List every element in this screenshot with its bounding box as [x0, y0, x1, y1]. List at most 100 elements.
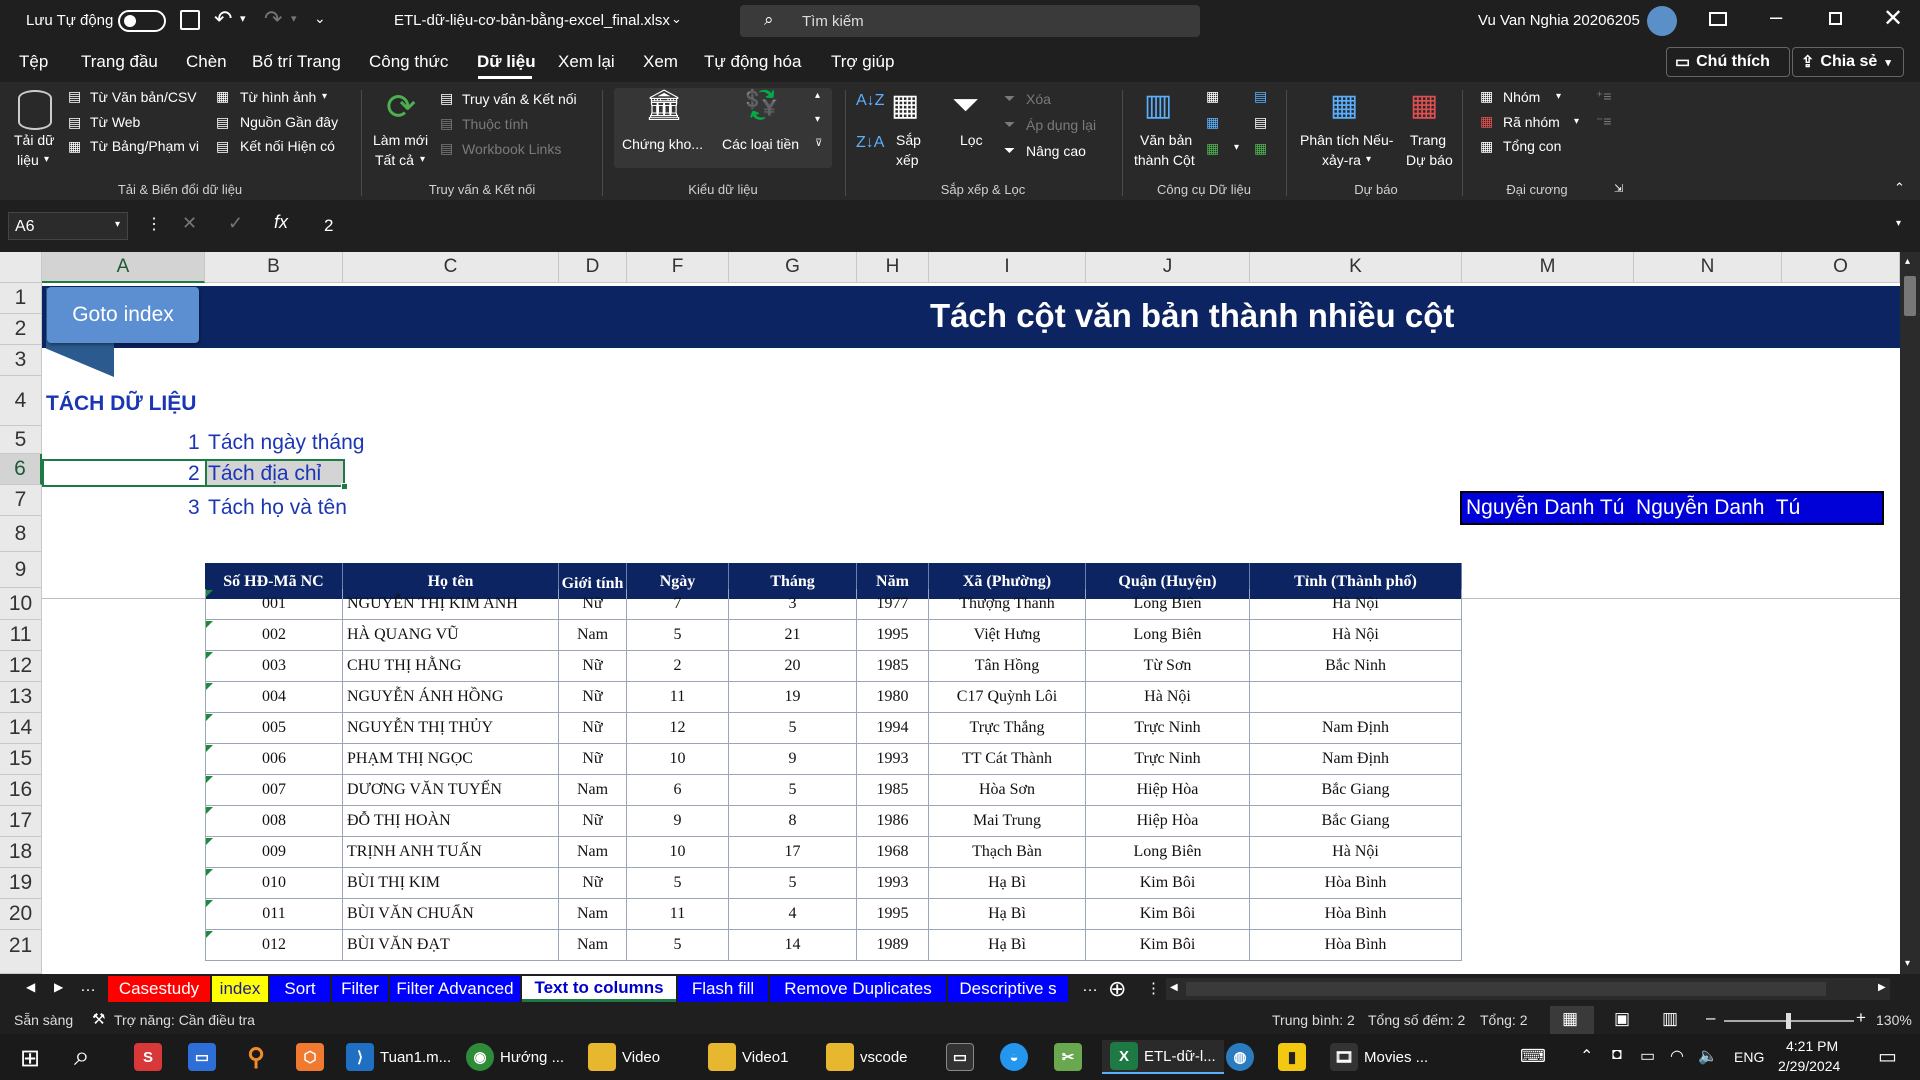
- table-cell[interactable]: 5: [627, 868, 729, 899]
- table-cell[interactable]: Nam: [559, 620, 627, 651]
- list-link-split-address[interactable]: Tách địa chỉ: [208, 462, 321, 486]
- expand-formula-icon[interactable]: ▾: [1896, 218, 1901, 229]
- column-header[interactable]: B: [205, 252, 343, 283]
- column-header[interactable]: M: [1462, 252, 1634, 283]
- row-header[interactable]: 15: [0, 744, 42, 775]
- text-to-columns-button[interactable]: Văn bản: [1140, 132, 1192, 148]
- table-cell[interactable]: Trực Thắng: [929, 713, 1086, 744]
- wifi-icon[interactable]: ◠: [1670, 1046, 1684, 1066]
- table-cell[interactable]: Long Biên: [1086, 620, 1250, 651]
- table-cell[interactable]: Bắc Giang: [1250, 806, 1462, 837]
- table-cell[interactable]: Nam: [559, 930, 627, 961]
- advanced-button[interactable]: Nâng cao: [1026, 143, 1086, 159]
- queries-connections-button[interactable]: Truy vấn & Kết nối: [462, 91, 577, 107]
- table-cell[interactable]: Trực Ninh: [1086, 744, 1250, 775]
- group-button[interactable]: Nhóm: [1503, 89, 1540, 105]
- table-cell[interactable]: 5: [627, 620, 729, 651]
- show-detail-icon[interactable]: ⁺≡: [1596, 88, 1612, 105]
- error-indicator-icon[interactable]: [206, 776, 213, 783]
- from-web-button[interactable]: Từ Web: [90, 114, 140, 130]
- forecast-sheet-button[interactable]: Trang: [1410, 132, 1446, 148]
- webcam-icon[interactable]: ◘: [1612, 1046, 1622, 1064]
- table-cell[interactable]: [1250, 682, 1462, 713]
- cancel-icon[interactable]: ✕: [182, 213, 197, 234]
- table-cell[interactable]: Hiệp Hòa: [1086, 775, 1250, 806]
- gallery-down-icon[interactable]: ▾: [815, 114, 820, 125]
- taskbar-vscode-1[interactable]: ⟩ Tuan1.m...: [346, 1040, 451, 1074]
- row-header[interactable]: 4: [0, 376, 42, 426]
- zoom-level[interactable]: 130%: [1876, 1012, 1912, 1028]
- tab-scroll-right-icon[interactable]: ▶: [54, 980, 63, 994]
- sheet-tab[interactable]: Remove Duplicates: [770, 976, 946, 1002]
- what-if-label2[interactable]: xảy-ra: [1322, 152, 1361, 168]
- row-header[interactable]: 5: [0, 426, 42, 454]
- table-cell[interactable]: Từ Sơn: [1086, 651, 1250, 682]
- menu-page-layout[interactable]: Bố trí Trang: [252, 52, 341, 72]
- table-cell[interactable]: Mai Trung: [929, 806, 1086, 837]
- menu-review[interactable]: Xem lại: [558, 52, 615, 72]
- row-header[interactable]: 13: [0, 682, 42, 713]
- error-indicator-icon[interactable]: [206, 745, 213, 752]
- menu-help[interactable]: Trợ giúp: [831, 52, 894, 72]
- table-cell[interactable]: Trực Ninh: [1086, 713, 1250, 744]
- row-header[interactable]: 6: [0, 454, 42, 485]
- table-cell[interactable]: 012: [205, 930, 343, 961]
- clock-date[interactable]: 2/29/2024: [1778, 1058, 1840, 1074]
- table-cell[interactable]: 19: [729, 682, 857, 713]
- relationships-icon[interactable]: ▤: [1254, 114, 1267, 131]
- zoom-in-icon[interactable]: +: [1856, 1008, 1866, 1028]
- taskbar-app-1[interactable]: S: [134, 1040, 168, 1074]
- row-header[interactable]: 21: [0, 930, 42, 974]
- sheet-tab[interactable]: Text to columns: [522, 976, 676, 1002]
- error-indicator-icon[interactable]: [206, 869, 213, 876]
- get-data-label2[interactable]: liệu: [17, 152, 39, 168]
- notifications-icon[interactable]: ▭: [1878, 1044, 1897, 1069]
- sheet-tab[interactable]: index: [212, 976, 268, 1002]
- table-cell[interactable]: Nữ: [559, 744, 627, 775]
- table-cell[interactable]: Hà Nội: [1250, 589, 1462, 620]
- table-cell[interactable]: Nam: [559, 837, 627, 868]
- refresh-all-label2[interactable]: Tất cả: [375, 152, 414, 168]
- table-cell[interactable]: 1995: [857, 620, 929, 651]
- enter-icon[interactable]: ✓: [228, 213, 243, 234]
- table-cell[interactable]: 010: [205, 868, 343, 899]
- sheet-tab[interactable]: Filter: [332, 976, 388, 1002]
- column-header[interactable]: O: [1782, 252, 1900, 283]
- accessibility-status[interactable]: Trợ năng: Cần điều tra: [114, 1012, 255, 1028]
- list-link-split-date[interactable]: Tách ngày tháng: [208, 431, 364, 455]
- from-picture-button[interactable]: Từ hình ảnh: [240, 89, 316, 105]
- table-cell[interactable]: Tân Hồng: [929, 651, 1086, 682]
- horizontal-scroll-thumb[interactable]: [1186, 982, 1826, 996]
- table-cell[interactable]: 11: [627, 899, 729, 930]
- taskbar-app-2[interactable]: ▭: [188, 1040, 222, 1074]
- horizontal-scrollbar[interactable]: ◀ ▶: [1166, 978, 1890, 1000]
- from-text-button[interactable]: Từ Văn bản/CSV: [90, 89, 197, 105]
- table-cell[interactable]: 1986: [857, 806, 929, 837]
- table-cell[interactable]: 1977: [857, 589, 929, 620]
- table-cell[interactable]: Hòa Bình: [1250, 930, 1462, 961]
- maximize-icon[interactable]: [1829, 12, 1842, 25]
- table-cell[interactable]: Hà Nội: [1250, 620, 1462, 651]
- close-icon[interactable]: ✕: [1883, 4, 1903, 33]
- table-cell[interactable]: 001: [205, 589, 343, 620]
- table-cell[interactable]: BÙI VĂN CHUẨN: [343, 899, 559, 930]
- row-header[interactable]: 1: [0, 283, 42, 314]
- table-cell[interactable]: 20: [729, 651, 857, 682]
- sheet-tab[interactable]: Filter Advanced: [390, 976, 520, 1002]
- list-link-split-name[interactable]: Tách họ và tên: [208, 496, 347, 520]
- table-cell[interactable]: 5: [729, 775, 857, 806]
- ungroup-button[interactable]: Rã nhóm: [1503, 114, 1560, 130]
- table-cell[interactable]: Bắc Giang: [1250, 775, 1462, 806]
- table-cell[interactable]: 10: [627, 837, 729, 868]
- language-indicator[interactable]: ENG: [1734, 1049, 1764, 1065]
- subtotal-button[interactable]: Tổng con: [1503, 138, 1561, 154]
- avatar[interactable]: [1647, 6, 1677, 36]
- column-header[interactable]: I: [929, 252, 1086, 283]
- refresh-all-button[interactable]: Làm mới: [373, 132, 428, 148]
- sheet-tab[interactable]: Sort: [270, 976, 330, 1002]
- file-name[interactable]: ETL-dữ-liệu-cơ-bản-bằng-excel_final.xlsx: [394, 12, 670, 29]
- table-cell[interactable]: Nam: [559, 775, 627, 806]
- table-cell[interactable]: 11: [627, 682, 729, 713]
- filename-chevron-icon[interactable]: ⌄: [671, 11, 682, 27]
- workbook-links-button[interactable]: Workbook Links: [462, 141, 561, 157]
